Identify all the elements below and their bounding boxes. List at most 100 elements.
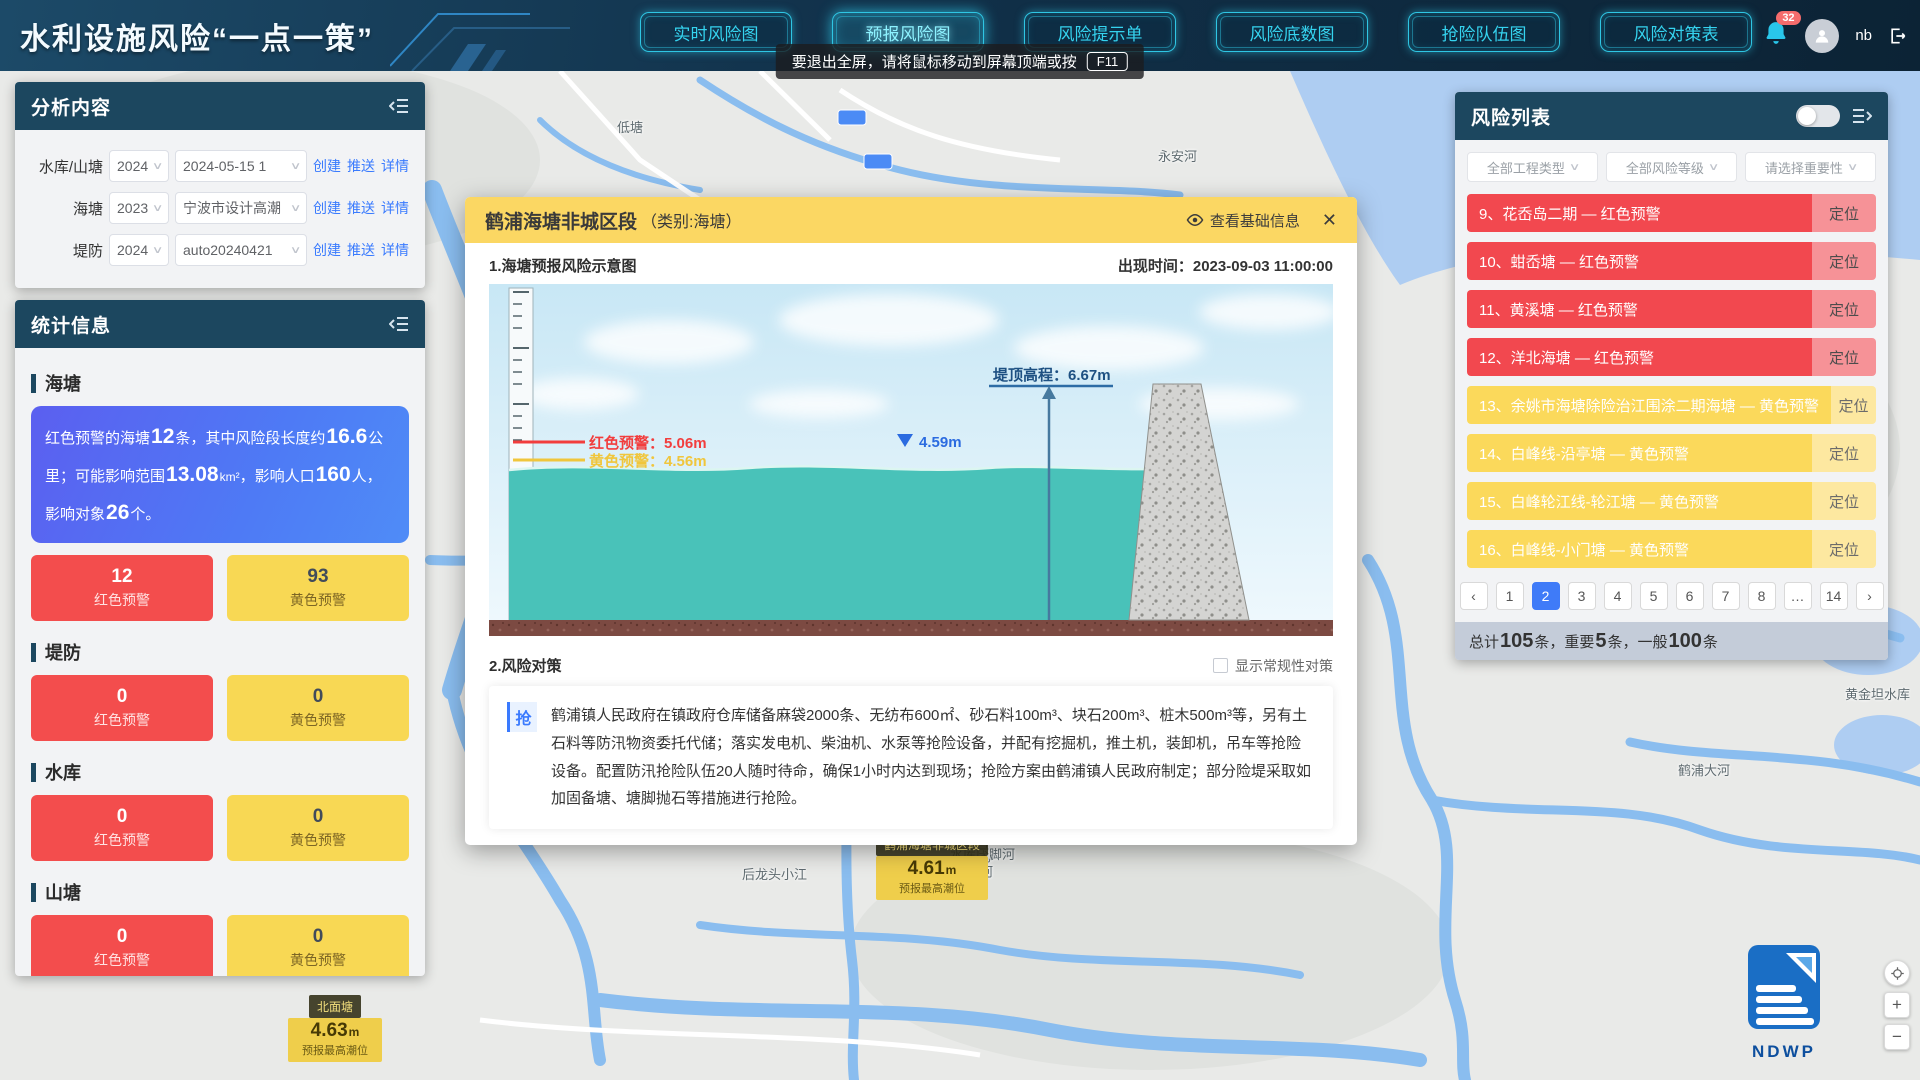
title-bar xyxy=(31,643,36,662)
page-button[interactable]: 7 xyxy=(1712,582,1740,610)
push-link[interactable]: 推送 xyxy=(347,198,375,218)
risk-item-label: 16、白峰线-小门塘 — 黄色预警 xyxy=(1479,539,1689,560)
stat-section-title: 海塘 xyxy=(31,370,409,396)
page-button[interactable]: 14 xyxy=(1820,582,1848,610)
locate-button[interactable]: 定位 xyxy=(1812,434,1876,472)
checkbox[interactable] xyxy=(1213,658,1228,673)
zoom-out-button[interactable]: − xyxy=(1884,1024,1910,1050)
page-button[interactable]: … xyxy=(1784,582,1812,610)
filter-label: 全部工程类型 xyxy=(1487,158,1565,177)
close-icon[interactable]: ✕ xyxy=(1322,210,1337,231)
modal-title: 鹤浦海塘非城区段 xyxy=(485,207,637,234)
scheme-select[interactable]: 宁波市设计高潮∨ xyxy=(175,192,307,224)
app: 低塘永安河黄金坦水库鹤三大河鹤浦大河水库压脚河后龙头小江大目湾中心河 北面塘 4… xyxy=(0,0,1920,1080)
risk-panel: 风险列表 全部工程类型∨ 全部风险等级∨ 请选择重要性∨ xyxy=(1455,92,1888,660)
detail-link[interactable]: 详情 xyxy=(381,156,409,176)
nav-button[interactable]: 风险底数图 xyxy=(1216,12,1368,52)
page-button[interactable]: 6 xyxy=(1676,582,1704,610)
create-link[interactable]: 创建 xyxy=(313,240,341,260)
detail-link[interactable]: 详情 xyxy=(381,240,409,260)
create-link[interactable]: 创建 xyxy=(313,156,341,176)
risk-item-label: 15、白峰轮江线-轮江塘 — 黄色预警 xyxy=(1479,491,1719,512)
nav-button[interactable]: 抢险队伍图 xyxy=(1408,12,1560,52)
stat-section: 堤防 0 红色预警 0 黄色预警 xyxy=(31,639,409,741)
toggle-knob xyxy=(1798,107,1816,125)
scheme-select[interactable]: 2024-05-15 1∨ xyxy=(175,150,307,182)
locate-button[interactable]: 定位 xyxy=(1831,386,1876,424)
risk-list-item[interactable]: 11、黄溪塘 — 红色预警 定位 xyxy=(1467,290,1876,328)
year-select[interactable]: 2024∨ xyxy=(109,234,169,266)
chevron-down-icon: ∨ xyxy=(151,203,163,214)
risk-list-item[interactable]: 13、余姚市海塘除险治江围涂二期海塘 — 黄色预警 定位 xyxy=(1467,386,1876,424)
filter-label: 全部风险等级 xyxy=(1626,158,1704,177)
locate-button[interactable] xyxy=(1884,960,1910,986)
scheme-select[interactable]: auto20240421∨ xyxy=(175,234,307,266)
create-link[interactable]: 创建 xyxy=(313,198,341,218)
ndwp-logo-text: NDWP xyxy=(1740,1042,1828,1062)
locate-button[interactable]: 定位 xyxy=(1812,194,1876,232)
locate-button[interactable]: 定位 xyxy=(1812,338,1876,376)
page-button[interactable]: 2 xyxy=(1532,582,1560,610)
chevron-down-icon: ∨ xyxy=(151,161,163,172)
page-button[interactable]: 4 xyxy=(1604,582,1632,610)
nav-button[interactable]: 风险对策表 xyxy=(1600,12,1752,52)
collapse-panel-icon[interactable] xyxy=(389,316,409,332)
push-link[interactable]: 推送 xyxy=(347,240,375,260)
locate-button[interactable]: 定位 xyxy=(1812,482,1876,520)
nav-button[interactable]: 实时风险图 xyxy=(640,12,792,52)
risk-panel-title: 风险列表 xyxy=(1471,103,1551,130)
tide-marker[interactable]: 北面塘 4.63m 预报最高潮位 xyxy=(288,995,382,1062)
analysis-row: 海塘 2023∨ 宁波市设计高潮∨ 创建 推送 详情 xyxy=(25,192,415,224)
locate-button[interactable]: 定位 xyxy=(1812,530,1876,568)
year-select[interactable]: 2024∨ xyxy=(109,150,169,182)
locate-button[interactable]: 定位 xyxy=(1812,242,1876,280)
risk-level-select[interactable]: 全部风险等级∨ xyxy=(1606,152,1737,182)
importance-select[interactable]: 请选择重要性∨ xyxy=(1745,152,1876,182)
next-page-button[interactable]: › xyxy=(1856,582,1884,610)
page-button[interactable]: 3 xyxy=(1568,582,1596,610)
risk-list-item[interactable]: 14、白峰线-沿亭塘 — 黄色预警 定位 xyxy=(1467,434,1876,472)
ndwp-logo: NDWP xyxy=(1740,943,1828,1062)
push-link[interactable]: 推送 xyxy=(347,156,375,176)
diagram-ground xyxy=(489,620,1333,636)
stat-section: 水库 0 红色预警 0 黄色预警 xyxy=(31,759,409,861)
page-button[interactable]: 8 xyxy=(1748,582,1776,610)
logout-icon[interactable] xyxy=(1888,26,1908,46)
yellow-warning-count: 0 xyxy=(313,926,324,948)
collapse-panel-icon[interactable] xyxy=(1852,108,1872,124)
user-icon xyxy=(1812,26,1832,46)
prev-page-button[interactable]: ‹ xyxy=(1460,582,1488,610)
tide-marker-value: 4.63m 预报最高潮位 xyxy=(288,1018,382,1062)
locate-button[interactable]: 定位 xyxy=(1812,290,1876,328)
zoom-in-button[interactable]: + xyxy=(1884,992,1910,1018)
stats-panel: 统计信息 海塘 红色预警的海塘12条，其中风险段长度约16.6公里；可能影响范围… xyxy=(15,300,425,976)
rescue-tag: 抢 xyxy=(507,702,537,732)
modal-subtitle: （类别:海塘） xyxy=(641,208,741,232)
risk-list-item[interactable]: 10、蚶岙塘 — 红色预警 定位 xyxy=(1467,242,1876,280)
collapse-panel-icon[interactable] xyxy=(389,98,409,114)
show-regular-countermeasures[interactable]: 显示常规性对策 xyxy=(1213,656,1333,676)
project-type-select[interactable]: 全部工程类型∨ xyxy=(1467,152,1598,182)
year-select[interactable]: 2023∨ xyxy=(109,192,169,224)
map-controls: + − xyxy=(1884,960,1910,1050)
risk-list-item[interactable]: 16、白峰线-小门塘 — 黄色预警 定位 xyxy=(1467,530,1876,568)
page-button[interactable]: 1 xyxy=(1496,582,1524,610)
risk-list-item[interactable]: 15、白峰轮江线-轮江塘 — 黄色预警 定位 xyxy=(1467,482,1876,520)
avatar[interactable] xyxy=(1805,19,1839,53)
map-place-label: 永安河 xyxy=(1158,146,1197,165)
page-button[interactable]: 5 xyxy=(1640,582,1668,610)
view-basic-info-button[interactable]: 查看基础信息 xyxy=(1186,210,1300,231)
detail-link[interactable]: 详情 xyxy=(381,198,409,218)
risk-list-toggle[interactable] xyxy=(1796,105,1840,127)
tide-marker-value: 4.61m 预报最高潮位 xyxy=(876,856,988,900)
yellow-warning-label: 黄色预警 xyxy=(290,590,346,610)
notification-badge: 32 xyxy=(1776,11,1800,25)
analysis-panel-title: 分析内容 xyxy=(31,93,111,120)
yellow-warning-count: 0 xyxy=(313,806,324,828)
notifications-button[interactable]: 32 xyxy=(1763,20,1789,51)
risk-list-item[interactable]: 12、洋北海塘 — 红色预警 定位 xyxy=(1467,338,1876,376)
red-warning-count: 0 xyxy=(117,806,128,828)
red-warning-card: 0 红色预警 xyxy=(31,675,213,741)
yellow-warning-card: 0 黄色预警 xyxy=(227,675,409,741)
risk-list-item[interactable]: 9、花岙岛二期 — 红色预警 定位 xyxy=(1467,194,1876,232)
